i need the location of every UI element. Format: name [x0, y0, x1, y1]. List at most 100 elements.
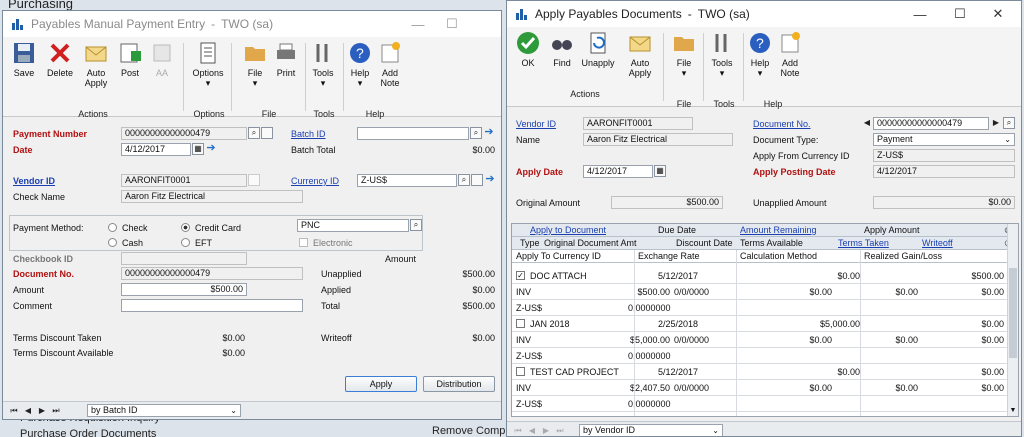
help-button[interactable]: ? Help ▾ — [743, 31, 777, 78]
amount-field[interactable]: $500.00 — [121, 283, 247, 296]
aa-button[interactable]: AA — [145, 41, 179, 78]
save-button[interactable]: Save — [7, 41, 41, 78]
electronic-checkbox[interactable] — [299, 238, 308, 247]
tools-button[interactable]: Tools ▾ — [306, 41, 340, 88]
checkbook-id-field[interactable] — [121, 252, 247, 265]
auto-apply-button[interactable]: Auto Apply — [79, 41, 113, 88]
batch-id-label[interactable]: Batch ID — [291, 129, 326, 139]
go-arrow-icon[interactable]: ➔ — [484, 174, 496, 186]
apply-checkbox[interactable] — [516, 367, 525, 376]
card-name-field[interactable]: PNC — [297, 219, 409, 232]
find-button[interactable]: Find — [545, 31, 579, 68]
check-name-field[interactable]: Aaron Fitz Electrical — [121, 190, 303, 203]
lookup-icon[interactable]: ⌕ — [470, 127, 482, 139]
vendor-id-field[interactable]: AARONFIT0001 — [583, 117, 693, 130]
original-amount-field[interactable]: $500.00 — [611, 196, 723, 209]
next-record-icon[interactable]: ▶ — [37, 405, 47, 416]
lookup-icon[interactable]: ⌕ — [1003, 117, 1015, 129]
next-document-icon[interactable]: ▶ — [990, 117, 1002, 129]
terms-taken[interactable]: $0.00 — [838, 382, 918, 394]
document-no-field[interactable]: 00000000000000479 — [873, 117, 989, 130]
minimize-icon[interactable]: — — [903, 1, 937, 27]
col-discount-date[interactable]: Discount Date — [676, 237, 733, 249]
add-note-button[interactable]: Add Note — [373, 41, 407, 88]
payment-number-field[interactable]: 00000000000000479 — [121, 127, 247, 140]
col-apply-to-currency-id[interactable]: Apply To Currency ID — [516, 250, 601, 262]
apply-amount[interactable]: $500.00 — [864, 270, 1004, 282]
calendar-icon[interactable]: ▦ — [654, 165, 666, 177]
document-no-label[interactable]: Document No. — [753, 119, 811, 129]
file-button[interactable]: File ▾ — [667, 31, 701, 78]
col-exchange-rate[interactable]: Exchange Rate — [638, 250, 700, 262]
post-button[interactable]: Post — [113, 41, 147, 78]
terms-taken[interactable]: $0.00 — [838, 286, 918, 298]
background-item[interactable]: Purchase Order Documents — [20, 428, 156, 437]
first-record-icon[interactable]: ⏮ — [513, 425, 523, 436]
document-type-dropdown[interactable]: Payment ⌄ — [873, 133, 1015, 146]
prev-document-icon[interactable]: ◀ — [861, 117, 873, 129]
document-no-field[interactable]: 00000000000000479 — [121, 267, 303, 280]
last-record-icon[interactable]: ⏭ — [555, 425, 565, 436]
col-calculation-method[interactable]: Calculation Method — [740, 250, 817, 262]
writeoff[interactable]: $0.00 — [922, 286, 1004, 298]
col-amount-remaining[interactable]: Amount Remaining — [740, 224, 817, 236]
go-arrow-icon[interactable]: ➔ — [205, 143, 217, 155]
apply-checkbox[interactable]: ✓ — [516, 271, 525, 280]
ok-button[interactable]: OK — [511, 31, 545, 68]
apply-from-currency-field[interactable]: Z-US$ — [873, 149, 1015, 162]
radio-credit-card[interactable] — [181, 223, 190, 232]
print-button[interactable]: Print — [269, 41, 303, 78]
radio-eft[interactable] — [181, 238, 190, 247]
background-item[interactable]: Remove Comp — [432, 425, 505, 437]
col-terms-taken[interactable]: Terms Taken — [838, 237, 889, 249]
apply-amount[interactable]: $0.00 — [864, 366, 1004, 378]
currency-id-label[interactable]: Currency ID — [291, 176, 339, 186]
first-record-icon[interactable]: ⏮ — [9, 405, 19, 416]
col-apply-amount[interactable]: Apply Amount — [864, 224, 920, 236]
vendor-id-label[interactable]: Vendor ID — [13, 176, 55, 186]
help-button[interactable]: ? Help ▾ — [343, 41, 377, 88]
lookup-icon[interactable]: ⌕ — [248, 127, 260, 139]
radio-cash[interactable] — [108, 238, 117, 247]
apply-date-field[interactable]: 4/12/2017 — [583, 165, 653, 178]
note-icon[interactable] — [261, 127, 273, 139]
tools-button[interactable]: Tools ▾ — [705, 31, 739, 78]
name-field[interactable]: Aaron Fitz Electrical — [583, 133, 733, 146]
grid-scrollbar[interactable]: ▼ — [1007, 224, 1018, 416]
vendor-id-label[interactable]: Vendor ID — [516, 119, 556, 129]
options-button[interactable]: Options ▾ — [191, 41, 225, 88]
radio-check[interactable] — [108, 223, 117, 232]
date-field[interactable]: 4/12/2017 — [121, 143, 191, 156]
apply-checkbox[interactable] — [516, 319, 525, 328]
add-note-button[interactable]: Add Note — [773, 31, 807, 78]
delete-button[interactable]: Delete — [43, 41, 77, 78]
sort-dropdown[interactable]: by Vendor ID ⌄ — [579, 424, 723, 436]
sort-dropdown[interactable]: by Batch ID ⌄ — [87, 404, 241, 417]
apply-posting-date-field[interactable]: 4/12/2017 — [873, 165, 1015, 178]
col-realized-gain-loss[interactable]: Realized Gain/Loss — [864, 250, 942, 262]
calendar-icon[interactable]: ▦ — [192, 143, 204, 155]
unapplied-amount-field[interactable]: $0.00 — [873, 196, 1015, 209]
col-apply-to-document[interactable]: Apply to Document — [530, 224, 606, 236]
table-row[interactable]: TEST CAD PROJECT 5/12/2017 $0.00 $0.00 — [512, 364, 1009, 380]
file-button[interactable]: File ▾ — [238, 41, 272, 88]
next-record-icon[interactable]: ▶ — [541, 425, 551, 436]
note-icon[interactable] — [233, 252, 245, 264]
col-terms-available[interactable]: Terms Available — [740, 237, 803, 249]
minimize-icon[interactable]: — — [401, 11, 435, 37]
col-type[interactable]: Type — [520, 237, 540, 249]
maximize-icon[interactable]: ☐ — [435, 11, 469, 37]
scrollbar-thumb[interactable] — [1009, 268, 1017, 358]
prev-record-icon[interactable]: ◀ — [527, 425, 537, 436]
currency-id-field[interactable]: Z-US$ — [357, 174, 457, 187]
vendor-id-field[interactable]: AARONFIT0001 — [121, 174, 247, 187]
lookup-icon[interactable]: ⌕ — [458, 174, 470, 186]
close-icon[interactable]: ✕ — [981, 1, 1015, 27]
col-original-document-amt[interactable]: Original Document Amt — [544, 237, 637, 249]
apply-button[interactable]: Apply — [345, 376, 417, 392]
last-record-icon[interactable]: ⏭ — [51, 405, 61, 416]
auto-apply-button[interactable]: Auto Apply — [623, 31, 657, 78]
prev-record-icon[interactable]: ◀ — [23, 405, 33, 416]
table-row[interactable]: ✓ DOC ATTACH 5/12/2017 $0.00 $500.00 — [512, 268, 1009, 284]
writeoff[interactable]: $0.00 — [922, 382, 1004, 394]
